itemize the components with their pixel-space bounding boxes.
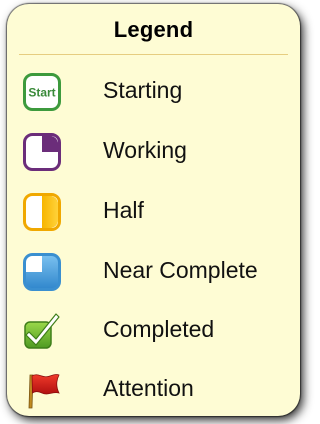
three-quarter-progress-icon: [23, 253, 61, 291]
legend-label-completed: Completed: [103, 316, 215, 342]
divider: [19, 54, 288, 55]
legend-item-half: Half: [23, 193, 298, 237]
legend-item-starting: Start Starting: [23, 73, 298, 117]
start-icon-text: Start: [28, 86, 55, 100]
legend-item-attention: Attention: [23, 371, 298, 415]
legend-item-completed: Completed: [23, 312, 298, 356]
canvas: Legend Start Starting Working Half Near …: [0, 0, 313, 424]
checkmark-icon: [24, 313, 60, 349]
legend-label-starting: Starting: [103, 77, 183, 103]
red-flag-icon: [28, 374, 60, 409]
legend-title: Legend: [113, 17, 194, 42]
legend-label-attention: Attention: [103, 375, 194, 401]
quarter-progress-icon: [23, 133, 61, 171]
half-progress-icon: [23, 193, 61, 231]
start-icon: Start: [23, 73, 61, 111]
legend-label-working: Working: [103, 137, 187, 163]
legend-label-half: Half: [103, 197, 144, 223]
legend-label-near-complete: Near Complete: [103, 257, 258, 283]
legend-panel: Legend Start Starting Working Half Near …: [7, 4, 300, 416]
legend-item-near-complete: Near Complete: [23, 253, 298, 297]
legend-item-working: Working: [23, 133, 298, 177]
